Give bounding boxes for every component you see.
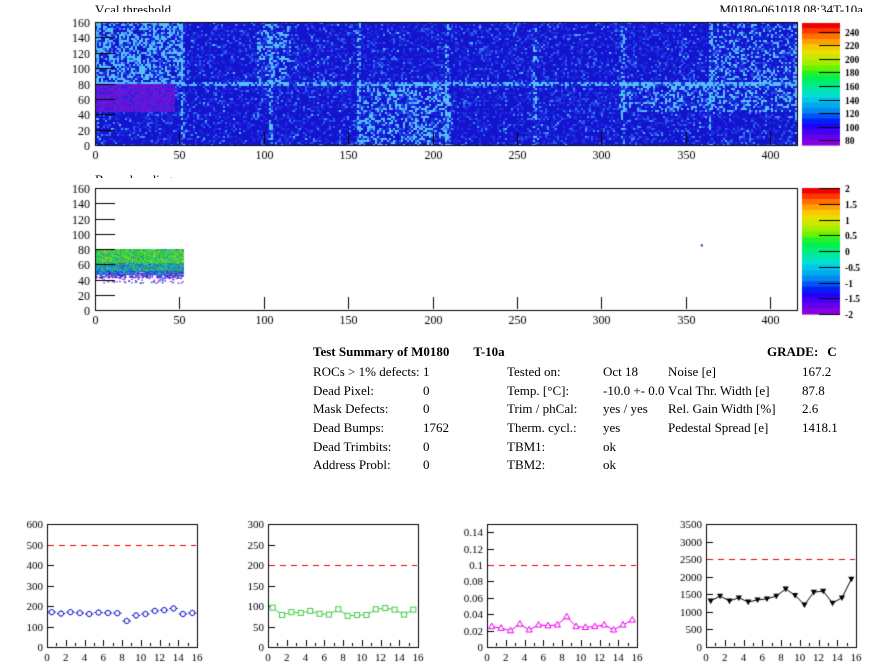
summary-field-value: 1 — [423, 364, 430, 379]
summary-row: Rel. Gain Width [%] 2.6 — [668, 401, 838, 420]
summary-row: Noise [e] 167.2 — [668, 364, 838, 383]
summary-row: Temp. [°C]: -10.0 +- 0.0 — [507, 383, 665, 402]
summary-field-label: Mask Defects: — [313, 401, 423, 417]
summary-row: TBM1: ok — [507, 439, 665, 458]
summary-row: Mask Defects: 0 — [313, 401, 449, 420]
summary-title: Test Summary of M0180 T-10a — [313, 344, 505, 360]
grade-value: C — [827, 344, 836, 359]
summary-title-text: Test Summary of M0180 — [313, 344, 449, 359]
summary-row: Dead Pixel: 0 — [313, 383, 449, 402]
summary-field-label: ROCs > 1% defects: — [313, 364, 423, 380]
summary-row: Dead Bumps: 1762 — [313, 420, 449, 439]
bump-bonding-map — [55, 178, 880, 328]
grade-line: GRADE: C — [767, 344, 837, 360]
summary-row: Address Probl: 0 — [313, 457, 449, 476]
summary-field-label: Temp. [°C]: — [507, 383, 603, 399]
summary-row: Therm. cycl.: yes — [507, 420, 665, 439]
summary-field-value: ok — [603, 457, 616, 472]
summary-row: Tested on: Oct 18 — [507, 364, 665, 383]
summary-field-value: 2.6 — [802, 401, 818, 416]
summary-field-value: Oct 18 — [603, 364, 638, 379]
summary-field-label: Therm. cycl.: — [507, 420, 603, 436]
summary-field-label: TBM2: — [507, 457, 603, 473]
summary-field-value: 0 — [423, 401, 430, 416]
test-report-page: Vcal threshold M0180-061018.08:34T-10a B… — [0, 0, 896, 672]
summary-row: Trim / phCal: yes / yes — [507, 401, 665, 420]
summary-field-value: yes — [603, 420, 620, 435]
summary-field-value: 1762 — [423, 420, 449, 435]
summary-field-label: Tested on: — [507, 364, 603, 380]
summary-field-value: 87.8 — [802, 383, 825, 398]
vcal-threshold-heatmap — [55, 12, 880, 162]
noise-plot — [2, 505, 217, 670]
summary-field-label: Dead Pixel: — [313, 383, 423, 399]
summary-col-testinfo: Tested on: Oct 18 Temp. [°C]: -10.0 +- 0.0 T… — [507, 364, 665, 476]
summary-row: Pedestal Spread [e] 1418.1 — [668, 420, 838, 439]
grade-label: GRADE: — [767, 344, 818, 359]
summary-field-label: Rel. Gain Width [%] — [668, 401, 802, 417]
summary-field-value: 1418.1 — [802, 420, 838, 435]
summary-module: T-10a — [473, 344, 504, 359]
summary-field-label: Pedestal Spread [e] — [668, 420, 802, 436]
summary-field-label: Dead Trimbits: — [313, 439, 423, 455]
summary-field-value: 0 — [423, 439, 430, 454]
summary-col-defects: ROCs > 1% defects: 1 Dead Pixel: 0 Mask Defe… — [313, 364, 449, 476]
summary-field-label: TBM1: — [507, 439, 603, 455]
summary-field-label: Dead Bumps: — [313, 420, 423, 436]
summary-field-value: 0 — [423, 457, 430, 472]
summary-row: Vcal Thr. Width [e] 87.8 — [668, 383, 838, 402]
summary-field-label: Noise [e] — [668, 364, 802, 380]
summary-row: ROCs > 1% defects: 1 — [313, 364, 449, 383]
summary-field-label: Vcal Thr. Width [e] — [668, 383, 802, 399]
summary-field-label: Trim / phCal: — [507, 401, 603, 417]
pedestal-spread-plot — [661, 505, 876, 670]
summary-field-label: Address Probl: — [313, 457, 423, 473]
summary-field-value: 0 — [423, 383, 430, 398]
summary-field-value: 167.2 — [802, 364, 831, 379]
summary-col-results: Noise [e] 167.2 Vcal Thr. Width [e] 87.8 Rel… — [668, 364, 838, 439]
summary-row: Dead Trimbits: 0 — [313, 439, 449, 458]
vcal-thr-width-plot — [223, 505, 438, 670]
summary-field-value: yes / yes — [603, 401, 648, 416]
summary-field-value: -10.0 +- 0.0 — [603, 383, 665, 398]
summary-row: TBM2: ok — [507, 457, 665, 476]
rel-gain-width-plot — [442, 505, 657, 670]
summary-field-value: ok — [603, 439, 616, 454]
